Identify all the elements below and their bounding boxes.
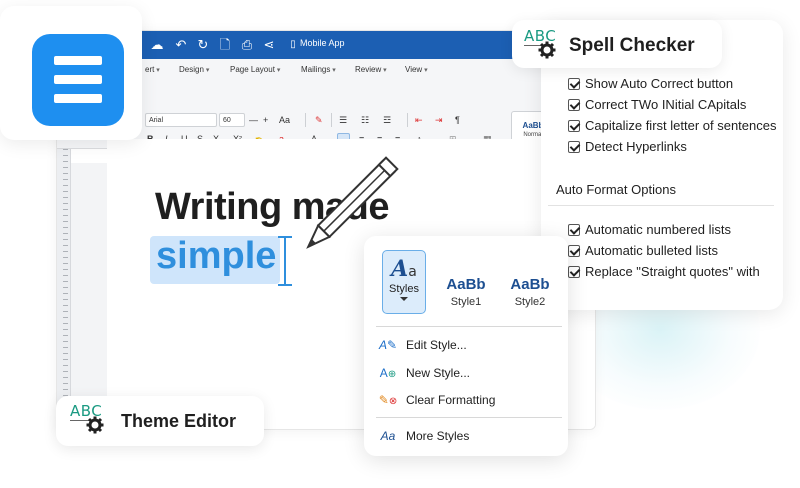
gear-icon: [86, 416, 104, 434]
menu-icon-bar: [54, 75, 102, 84]
clear-formatting-icon: ✎⊗: [378, 393, 398, 407]
checkbox-checked[interactable]: [568, 245, 580, 257]
cloud-icon[interactable]: ☁: [149, 37, 165, 53]
bullets-icon[interactable]: ☰: [339, 114, 347, 126]
auto-format-heading: Auto Format Options: [556, 182, 676, 197]
tab-design[interactable]: Design: [179, 65, 209, 74]
spell-checker-title: Spell Checker: [569, 35, 695, 56]
checkbox-checked[interactable]: [568, 78, 580, 90]
font-name-select[interactable]: Arial: [145, 113, 217, 127]
tab-page-layout[interactable]: Page Layout: [230, 65, 280, 74]
numbering-icon[interactable]: ☷: [361, 114, 369, 126]
ribbon-divider: [331, 113, 332, 127]
option-label: Replace "Straight quotes" with: [585, 264, 760, 279]
option-detect-hyperlinks[interactable]: Detect Hyperlinks: [568, 139, 687, 155]
option-label: Show Auto Correct button: [585, 76, 734, 91]
styles-button-label: Styles: [389, 283, 419, 295]
multilevel-list-icon[interactable]: ☲: [383, 114, 391, 126]
option-show-auto-correct[interactable]: Show Auto Correct button: [568, 76, 733, 92]
checkbox-checked[interactable]: [568, 224, 580, 236]
change-case-button[interactable]: Aa: [279, 114, 290, 126]
style-name: Style1: [450, 296, 482, 308]
menu-item-label: Clear Formatting: [406, 393, 496, 407]
menu-item-edit-style[interactable]: A✎ Edit Style...: [378, 336, 467, 354]
tab-review[interactable]: Review: [355, 65, 387, 74]
popup-divider: [376, 326, 562, 327]
chevron-down-icon: [400, 297, 408, 301]
checkbox-checked[interactable]: [568, 141, 580, 153]
option-label: Automatic bulleted lists: [585, 243, 718, 258]
style-sample-text: AaBb: [446, 276, 486, 293]
pilcrow-icon[interactable]: ¶: [455, 114, 460, 126]
decrease-font-icon[interactable]: —: [249, 114, 258, 126]
option-label: Capitalize first letter of sentences: [585, 118, 777, 133]
app-icon-card: [0, 6, 142, 140]
print-icon[interactable]: ⎙: [239, 37, 255, 53]
style-sample-style2[interactable]: AaBb Style2: [500, 276, 560, 308]
new-style-icon: A⊕: [379, 366, 397, 380]
gear-icon: [538, 41, 556, 59]
option-label: Automatic numbered lists: [585, 222, 731, 237]
redo-icon[interactable]: ↻: [195, 37, 211, 53]
menu-item-label: More Styles: [406, 429, 470, 443]
edit-style-icon: A✎: [378, 338, 398, 352]
option-capitalize-first-letter[interactable]: Capitalize first letter of sentences: [568, 118, 776, 134]
tab-mailings[interactable]: Mailings: [301, 65, 336, 74]
share-icon[interactable]: ⋖: [261, 37, 277, 53]
document-title: Mobile App: [300, 38, 345, 48]
checkbox-checked[interactable]: [568, 99, 580, 111]
option-automatic-bulleted-lists[interactable]: Automatic bulleted lists: [568, 243, 718, 259]
popup-divider: [376, 417, 562, 418]
vertical-ruler[interactable]: [57, 149, 71, 429]
section-divider: [548, 205, 774, 206]
selected-word[interactable]: simple: [156, 235, 276, 278]
checkbox-checked[interactable]: [568, 120, 580, 132]
menu-item-new-style[interactable]: A⊕ New Style...: [378, 364, 470, 382]
mobile-icon: ▯: [290, 39, 296, 50]
font-size-select[interactable]: 60: [219, 113, 245, 127]
increase-font-icon[interactable]: +: [263, 114, 268, 126]
option-replace-straight-quotes[interactable]: Replace "Straight quotes" with: [568, 264, 760, 280]
style-sample-text: AaBb: [510, 276, 550, 293]
style-name: Style2: [514, 296, 546, 308]
menu-icon-bar: [54, 56, 102, 65]
eraser-icon[interactable]: ✎: [315, 114, 323, 126]
tab-insert[interactable]: ert: [145, 65, 160, 74]
option-correct-two-initial-capitals[interactable]: Correct TWo INitial CApitals: [568, 97, 746, 113]
option-label: Detect Hyperlinks: [585, 139, 687, 154]
ribbon-divider: [305, 113, 306, 127]
increase-indent-icon[interactable]: ⇥: [435, 114, 443, 126]
ribbon-divider: [407, 113, 408, 127]
menu-icon-bar: [54, 94, 102, 103]
tab-view[interactable]: View: [405, 65, 428, 74]
new-document-icon[interactable]: 🗋: [217, 37, 233, 53]
more-styles-icon: Aa: [380, 429, 396, 443]
option-automatic-numbered-lists[interactable]: Automatic numbered lists: [568, 222, 731, 238]
menu-icon[interactable]: [32, 34, 124, 126]
menu-item-label: Edit Style...: [406, 338, 467, 352]
menu-item-more-styles[interactable]: Aa More Styles: [378, 427, 470, 445]
styles-icon: Aa: [391, 256, 417, 282]
decrease-indent-icon[interactable]: ⇤: [415, 114, 423, 126]
styles-button[interactable]: Aa Styles: [382, 250, 426, 314]
style-sample-style1[interactable]: AaBb Style1: [436, 276, 496, 308]
theme-editor-title: Theme Editor: [121, 411, 237, 431]
checkbox-checked[interactable]: [568, 266, 580, 278]
undo-icon[interactable]: ↶: [173, 37, 189, 53]
menu-item-clear-formatting[interactable]: ✎⊗ Clear Formatting: [378, 391, 496, 409]
option-label: Correct TWo INitial CApitals: [585, 97, 747, 112]
menu-item-label: New Style...: [406, 366, 471, 380]
